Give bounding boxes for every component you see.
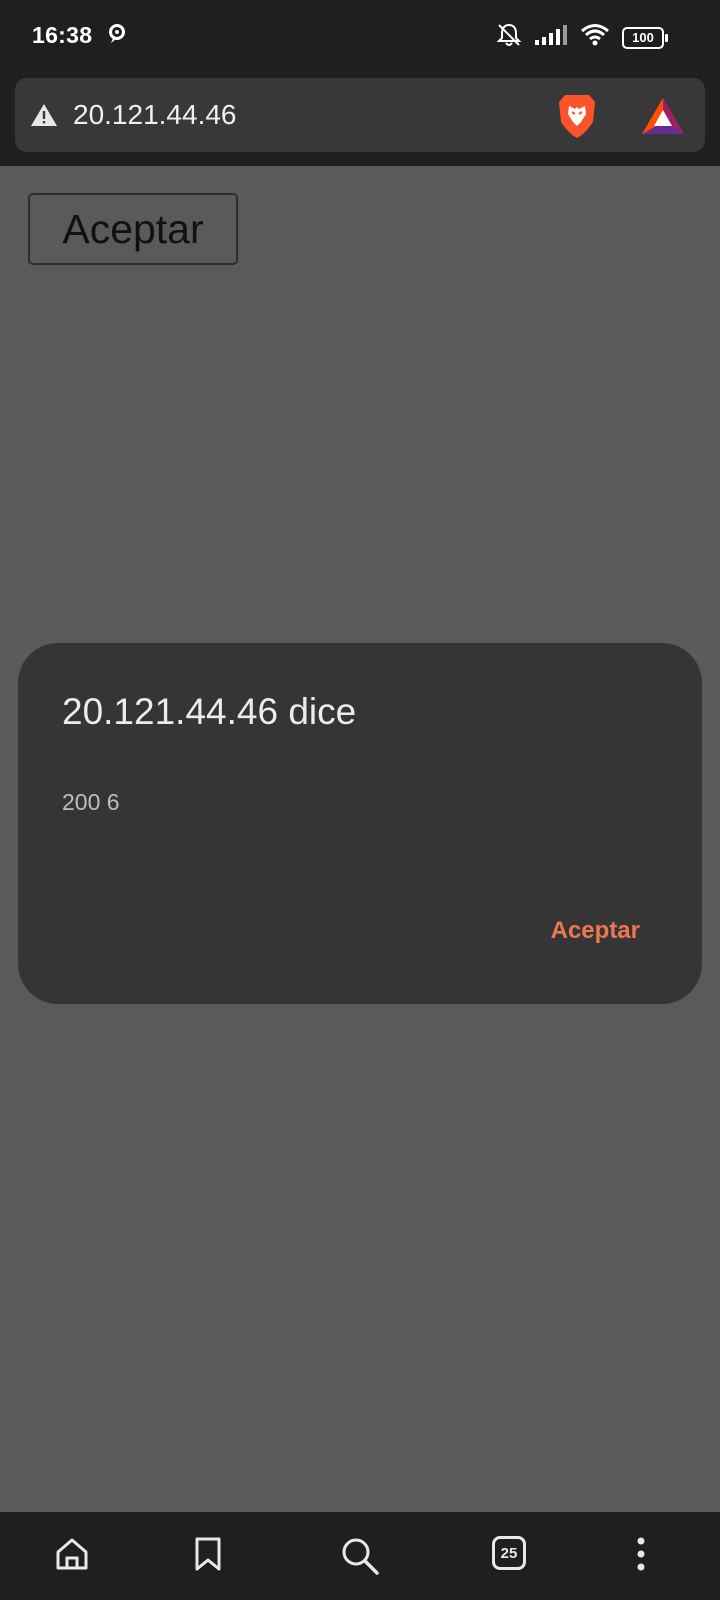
- status-bar: 16:38 100: [0, 0, 720, 74]
- notification-icon: [108, 24, 126, 49]
- brave-shields-icon[interactable]: [555, 92, 599, 145]
- browser-toolbar: 20.121.44.46: [0, 74, 720, 166]
- status-icons: 100: [496, 22, 668, 53]
- warning-icon[interactable]: [29, 102, 59, 133]
- bat-rewards-icon[interactable]: [641, 96, 685, 141]
- bookmark-icon[interactable]: [194, 1536, 222, 1577]
- address-bar[interactable]: 20.121.44.46: [15, 78, 705, 152]
- aceptar-button[interactable]: Aceptar: [28, 193, 238, 265]
- bottom-nav-bar: 25: [0, 1512, 720, 1600]
- alert-dialog: 20.121.44.46 dice 200 6 Aceptar: [18, 643, 702, 1004]
- mute-icon: [496, 22, 522, 53]
- more-icon[interactable]: [636, 1536, 646, 1577]
- url-text[interactable]: 20.121.44.46: [73, 99, 237, 131]
- dialog-title: 20.121.44.46 dice: [62, 691, 357, 732]
- status-time: 16:38: [32, 22, 93, 48]
- signal-icon: [534, 24, 568, 51]
- dialog-message: 200 6: [62, 789, 120, 815]
- wifi-icon: [580, 23, 610, 52]
- tabs-icon[interactable]: 25: [492, 1536, 526, 1570]
- home-icon[interactable]: [54, 1536, 90, 1577]
- dialog-ok-button[interactable]: Aceptar: [551, 917, 640, 945]
- battery-icon: 100: [622, 26, 668, 49]
- search-icon[interactable]: [340, 1536, 380, 1581]
